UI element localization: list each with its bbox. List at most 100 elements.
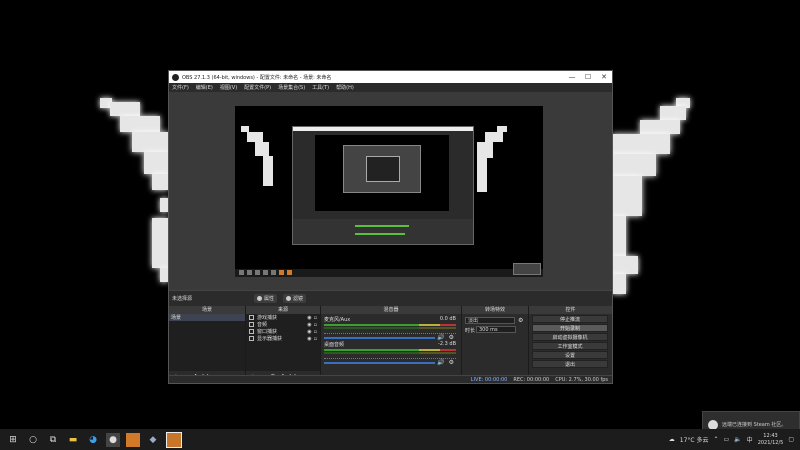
wallpaper-wing-right — [612, 176, 642, 216]
lock-icon[interactable]: ▫ — [314, 315, 317, 321]
start-recording-button[interactable]: 开始录制 — [532, 324, 608, 332]
lock-icon[interactable]: ▫ — [314, 336, 317, 342]
channel-header: 桌面音频 -2.3 dB — [324, 341, 456, 348]
source-label: 游戏捕获 — [257, 315, 278, 321]
source-label: 窗口捕获 — [257, 329, 278, 335]
mixer-body: 麦克风/Aux 0.0 dB 🔊 ⚙ 桌面音频 -2.3 dB 🔊 ⚙ — [321, 314, 461, 382]
scene-bar: 未选择源 属性 滤镜 — [169, 290, 612, 306]
menu-profile[interactable]: 配置文件(P) — [244, 84, 271, 91]
transition-type: 淡出 — [468, 318, 479, 324]
filters-button[interactable]: 滤镜 — [283, 294, 307, 303]
eye-icon[interactable]: ◉ — [307, 315, 311, 321]
clock[interactable]: 12:43 2021/12/5 — [758, 433, 784, 447]
menu-scene-collection[interactable]: 场景集合(S) — [278, 84, 305, 91]
exit-button[interactable]: 退出 — [532, 360, 608, 368]
task-view-icon[interactable]: ⧉ — [46, 433, 60, 447]
lock-icon[interactable]: ▫ — [314, 322, 317, 328]
file-explorer-icon[interactable]: ▬ — [66, 433, 80, 447]
ime-indicator[interactable]: 中 — [747, 435, 753, 444]
menu-help[interactable]: 帮助(H) — [336, 84, 354, 91]
window-titlebar[interactable]: OBS 27.1.3 (64-bit, windows) - 配置文件: 未命名… — [169, 71, 612, 83]
clock-date: 2021/12/5 — [757, 439, 784, 446]
volume-meter — [324, 349, 456, 351]
lock-icon[interactable]: ▫ — [314, 329, 317, 335]
preview-wing-right — [485, 132, 503, 142]
menu-view[interactable]: 视图(V) — [220, 84, 237, 91]
transitions-dock: 转场特效 淡出 ⚙ 时长 300 ms — [462, 306, 529, 382]
live-timer: LIVE: 00:00:00 — [470, 376, 508, 383]
network-icon[interactable]: ▭ — [724, 436, 730, 443]
weather-text[interactable]: 17°C 多云 — [680, 435, 709, 444]
gear-icon[interactable]: ⚙ — [449, 359, 454, 366]
studio-mode-button[interactable]: 工作室模式 — [532, 342, 608, 350]
slider-track[interactable] — [324, 361, 436, 364]
volume-slider[interactable]: 🔊 ⚙ — [324, 359, 456, 366]
source-item[interactable]: 游戏捕获 ◉ ▫ — [246, 314, 320, 321]
window-capture-icon — [249, 329, 254, 334]
preview-canvas[interactable] — [235, 106, 543, 277]
preview-taskbar-icon — [239, 270, 244, 275]
cloud-icon[interactable]: ☁ — [669, 436, 675, 443]
gear-icon[interactable]: ⚙ — [449, 334, 454, 341]
search-icon[interactable]: ○ — [26, 433, 40, 447]
volume-meter — [324, 352, 456, 354]
virtual-camera-button[interactable]: 启动虚拟摄像机 — [532, 333, 608, 341]
controls-header: 控件 — [529, 306, 612, 314]
wallpaper-wing-left — [152, 174, 168, 190]
window-title: OBS 27.1.3 (64-bit, windows) - 配置文件: 未命名… — [182, 74, 332, 81]
obs-app-icon — [172, 73, 179, 81]
scene-item[interactable]: 场景 — [169, 314, 245, 321]
gear-icon[interactable]: ⚙ — [518, 317, 523, 324]
menu-file[interactable]: 文件(F) — [172, 84, 189, 91]
slider-track[interactable] — [324, 336, 436, 339]
preview-area[interactable] — [169, 92, 612, 290]
eye-icon[interactable]: ◉ — [307, 329, 311, 335]
app-icon[interactable] — [126, 432, 140, 447]
transitions-header: 转场特效 — [462, 306, 528, 314]
preview-notification — [513, 263, 541, 275]
edge-icon[interactable]: ◕ — [86, 433, 100, 447]
volume-slider[interactable]: 🔊 ⚙ — [324, 334, 456, 341]
nested-titlebar — [293, 127, 473, 131]
speaker-icon[interactable]: 🔊 — [437, 359, 444, 366]
windows-taskbar: ⊞ ○ ⧉ ▬ ◕ ● ◆ ☁ 17°C 多云 ⌃ ▭ 🔈 中 12:43 20… — [0, 429, 800, 450]
source-item[interactable]: 音频 ◉ ▫ — [246, 321, 320, 328]
preview-wing-left — [263, 156, 273, 186]
wallpaper-wing-left — [120, 116, 160, 132]
controls-dock: 控件 停止推流 开始录制 启动虚拟摄像机 工作室模式 设置 退出 — [529, 306, 612, 382]
preview-taskbar — [235, 269, 543, 277]
dock-area: 场景 场景 + − ⋀ ⋁ 来源 游戏捕获 ◉▫ — [169, 306, 612, 382]
notification-center-icon[interactable]: ▢ — [788, 436, 794, 443]
windows-start-icon[interactable]: ⊞ — [6, 433, 20, 447]
properties-button[interactable]: 属性 — [254, 294, 278, 303]
obs-icon[interactable]: ● — [106, 432, 120, 447]
settings-button[interactable]: 设置 — [532, 351, 608, 359]
maximize-button[interactable]: ☐ — [580, 73, 596, 81]
source-label: 显示器捕获 — [257, 336, 283, 342]
app-icon[interactable] — [166, 431, 182, 448]
clock-time: 12:43 — [763, 432, 778, 439]
mixer-channel: 桌面音频 -2.3 dB 🔊 ⚙ — [324, 341, 456, 366]
steam-icon[interactable]: ◆ — [146, 433, 160, 447]
duration-input[interactable]: 300 ms — [476, 326, 516, 333]
stop-streaming-button[interactable]: 停止推流 — [532, 315, 608, 323]
source-item[interactable]: 窗口捕获 ◉ ▫ — [246, 328, 320, 335]
wallpaper-wing-left — [152, 218, 168, 268]
eye-icon[interactable]: ◉ — [307, 336, 311, 342]
speaker-icon[interactable]: 🔈 — [734, 436, 741, 443]
minimize-button[interactable]: — — [564, 73, 580, 81]
source-item[interactable]: 显示器捕获 ◉ ▫ — [246, 335, 320, 342]
channel-name: 桌面音频 — [324, 342, 345, 348]
wallpaper-wing-right — [612, 154, 656, 176]
speaker-icon[interactable]: 🔊 — [437, 334, 444, 341]
scenes-list: 场景 — [169, 314, 245, 371]
close-button[interactable]: ✕ — [596, 73, 612, 81]
transitions-body: 淡出 ⚙ 时长 300 ms — [462, 314, 528, 382]
eye-icon[interactable]: ◉ — [307, 322, 311, 328]
menu-tools[interactable]: 工具(T) — [312, 84, 329, 91]
preview-taskbar-icon — [279, 270, 284, 275]
chevron-up-icon[interactable]: ⌃ — [713, 436, 718, 443]
transition-select[interactable]: 淡出 — [465, 317, 515, 324]
preview-taskbar-icon — [255, 270, 260, 275]
menu-edit[interactable]: 编辑(E) — [196, 84, 213, 91]
